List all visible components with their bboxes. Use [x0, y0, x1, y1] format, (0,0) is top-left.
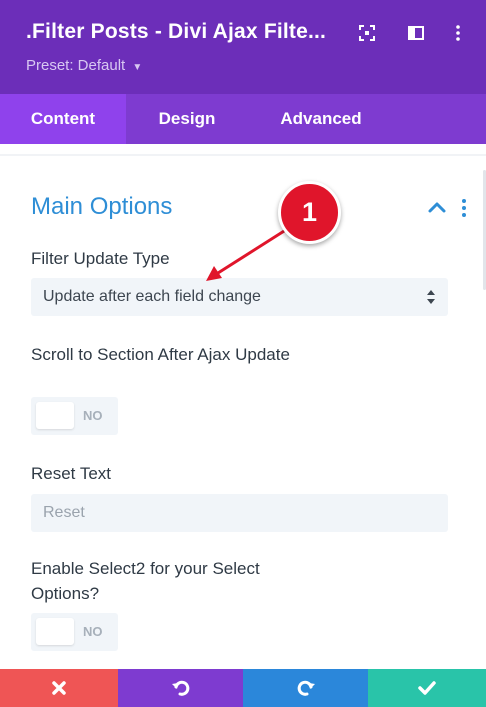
preset-label: Preset: Default [26, 57, 126, 74]
close-button[interactable] [0, 669, 118, 707]
preset-selector[interactable]: Preset: Default ▼ [26, 57, 142, 74]
tab-advanced[interactable]: Advanced [248, 94, 394, 144]
redo-button[interactable] [243, 669, 368, 707]
undo-icon [171, 680, 189, 696]
select-arrows-icon [427, 290, 435, 304]
tab-design[interactable]: Design [126, 94, 248, 144]
toggle-state: NO [83, 624, 103, 639]
focus-icon[interactable] [356, 22, 378, 44]
toggle-knob [36, 618, 74, 645]
undo-button[interactable] [118, 669, 243, 707]
save-button[interactable] [368, 669, 486, 707]
caret-down-icon: ▼ [132, 62, 143, 73]
more-vertical-icon[interactable] [447, 22, 469, 44]
tab-content[interactable]: Content [0, 94, 126, 144]
modal-title: .Filter Posts - Divi Ajax Filte... [26, 20, 327, 43]
redo-icon [297, 680, 315, 696]
footer-bar [0, 669, 486, 707]
section-more-icon[interactable] [456, 198, 472, 218]
filter-update-type-select[interactable]: Update after each field change [31, 278, 448, 316]
modal-header: .Filter Posts - Divi Ajax Filte... Prese… [0, 0, 486, 94]
reset-text-label: Reset Text [31, 464, 112, 483]
scroll-to-section-label: Scroll to Section After Ajax Update [31, 345, 290, 364]
annotation-badge: 1 [278, 181, 341, 244]
section-title[interactable]: Main Options [31, 193, 172, 221]
tab-bar: Content Design Advanced [0, 94, 486, 144]
toggle-state: NO [83, 408, 103, 423]
divider [0, 154, 486, 156]
enable-select2-toggle[interactable]: NO [31, 613, 118, 651]
toggle-knob [36, 402, 74, 429]
filter-update-type-label: Filter Update Type [31, 249, 170, 268]
close-icon [52, 681, 66, 695]
sidebar-icon[interactable] [405, 22, 427, 44]
select-value: Update after each field change [43, 288, 261, 305]
reset-text-input[interactable] [31, 494, 448, 532]
chevron-up-icon[interactable] [427, 198, 447, 216]
scroll-to-section-toggle[interactable]: NO [31, 397, 118, 435]
check-icon [418, 681, 436, 695]
enable-select2-label: Enable Select2 for your Select Options? [31, 559, 260, 603]
